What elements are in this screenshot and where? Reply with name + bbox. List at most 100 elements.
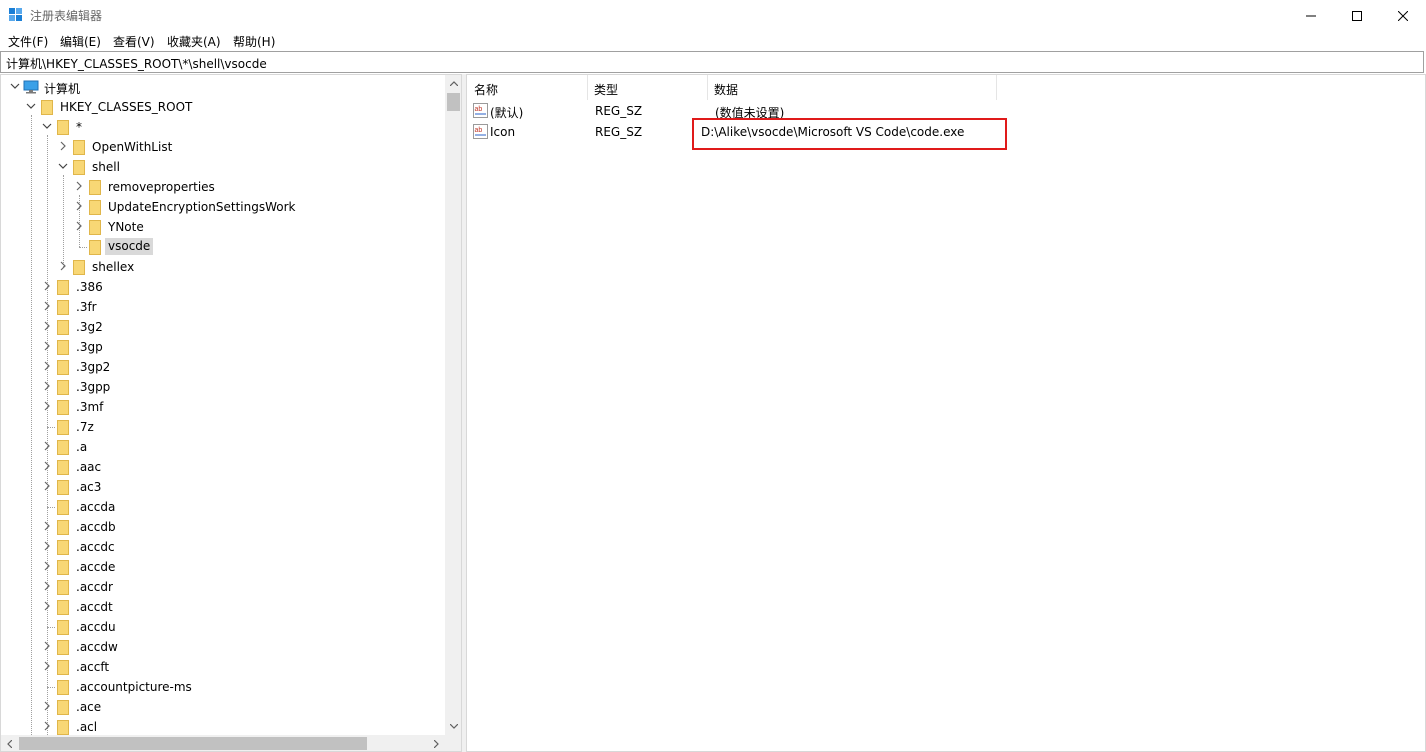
tree-item-hkey-classes-root[interactable]: HKEY_CLASSES_ROOT: [1, 97, 445, 117]
chevron-right-icon[interactable]: [41, 380, 53, 392]
chevron-right-icon[interactable]: [41, 660, 53, 672]
tree-item-extension[interactable]: .3mf: [1, 397, 445, 417]
tree-horizontal-scrollbar[interactable]: [1, 735, 445, 751]
menu-help[interactable]: 帮助(H): [233, 33, 275, 50]
tree-item-ynote[interactable]: YNote: [1, 217, 445, 237]
tree-item-extension[interactable]: .accda: [1, 497, 445, 517]
tree-item-star[interactable]: *: [1, 117, 445, 137]
values-list-pane: 名称 类型 数据 ab (默认) REG_SZ (数值未设置) ab Icon …: [466, 74, 1426, 752]
tree-item-extension[interactable]: .386: [1, 277, 445, 297]
chevron-right-icon[interactable]: [73, 180, 85, 192]
chevron-right-icon[interactable]: [41, 440, 53, 452]
column-header-data[interactable]: 数据: [707, 75, 996, 100]
chevron-right-icon[interactable]: [57, 140, 69, 152]
tree-item-extension[interactable]: .3g2: [1, 317, 445, 337]
chevron-right-icon[interactable]: [73, 200, 85, 212]
tree-item-extension[interactable]: .a: [1, 437, 445, 457]
chevron-right-icon[interactable]: [41, 460, 53, 472]
svg-text:ab: ab: [475, 106, 483, 113]
tree-item-extension[interactable]: .accdu: [1, 617, 445, 637]
folder-icon: [57, 320, 69, 335]
menu-edit[interactable]: 编辑(E): [60, 33, 101, 50]
chevron-right-icon[interactable]: [41, 520, 53, 532]
chevron-right-icon[interactable]: [41, 300, 53, 312]
folder-icon: [89, 200, 101, 215]
tree-item-updateencryptionsettingswork[interactable]: UpdateEncryptionSettingsWork: [1, 197, 445, 217]
tree-item-extension[interactable]: .accdr: [1, 577, 445, 597]
tree-item-extension[interactable]: .acl: [1, 717, 445, 737]
tree-item-extension[interactable]: .accde: [1, 557, 445, 577]
chevron-right-icon[interactable]: [41, 700, 53, 712]
tree-item-extension[interactable]: .accdw: [1, 637, 445, 657]
registry-editor-icon: [9, 8, 23, 22]
tree-item-extension[interactable]: .ac3: [1, 477, 445, 497]
tree-item-extension[interactable]: .accdb: [1, 517, 445, 537]
folder-icon: [57, 340, 69, 355]
chevron-right-icon[interactable]: [41, 340, 53, 352]
chevron-down-icon[interactable]: [41, 120, 53, 132]
scroll-right-arrow-icon[interactable]: [428, 735, 445, 751]
tree-item-vsocde[interactable]: vsocde: [1, 237, 445, 257]
chevron-right-icon[interactable]: [41, 640, 53, 652]
tree-item-extension[interactable]: .7z: [1, 417, 445, 437]
tree-label: .3mf: [76, 400, 104, 414]
tree-item-shellex[interactable]: shellex: [1, 257, 445, 277]
chevron-right-icon[interactable]: [41, 560, 53, 572]
chevron-right-icon[interactable]: [73, 220, 85, 232]
chevron-right-icon[interactable]: [41, 720, 53, 732]
tree-label: .3fr: [76, 300, 97, 314]
tree-label: .acl: [76, 720, 98, 734]
tree-vertical-scroll-thumb[interactable]: [447, 93, 460, 111]
maximize-button[interactable]: [1334, 0, 1380, 31]
chevron-right-icon[interactable]: [41, 280, 53, 292]
tree-item-computer[interactable]: 计算机: [1, 77, 445, 97]
chevron-right-icon[interactable]: [57, 260, 69, 272]
chevron-right-icon[interactable]: [41, 600, 53, 612]
folder-icon: [57, 560, 69, 575]
tree-label: .accde: [76, 560, 116, 574]
tree-label: .7z: [76, 420, 94, 434]
chevron-right-icon[interactable]: [41, 400, 53, 412]
scroll-left-arrow-icon[interactable]: [1, 735, 18, 751]
tree-item-extension[interactable]: .3gpp: [1, 377, 445, 397]
chevron-right-icon[interactable]: [41, 360, 53, 372]
tree-horizontal-scroll-thumb[interactable]: [19, 737, 367, 750]
chevron-down-icon[interactable]: [57, 160, 69, 172]
chevron-right-icon[interactable]: [41, 480, 53, 492]
minimize-button[interactable]: [1288, 0, 1334, 31]
chevron-right-icon[interactable]: [41, 320, 53, 332]
tree-item-shell[interactable]: shell: [1, 157, 445, 177]
tree-item-removeproperties[interactable]: removeproperties: [1, 177, 445, 197]
folder-icon: [73, 140, 85, 155]
chevron-down-icon[interactable]: [25, 100, 37, 112]
folder-icon: [57, 420, 69, 435]
close-button[interactable]: [1380, 0, 1426, 31]
tree-item-extension[interactable]: .3gp2: [1, 357, 445, 377]
chevron-down-icon[interactable]: [9, 80, 21, 92]
scroll-down-arrow-icon[interactable]: [445, 718, 461, 735]
tree-item-extension[interactable]: .ace: [1, 697, 445, 717]
tree-label: UpdateEncryptionSettingsWork: [108, 200, 296, 214]
tree-item-openwithlist[interactable]: OpenWithList: [1, 137, 445, 157]
column-header-name[interactable]: 名称: [467, 75, 587, 100]
tree-label: .3gpp: [76, 380, 111, 394]
column-header-type[interactable]: 类型: [587, 75, 707, 100]
menu-view[interactable]: 查看(V): [113, 33, 155, 50]
folder-icon: [57, 620, 69, 635]
chevron-right-icon[interactable]: [41, 580, 53, 592]
menu-file[interactable]: 文件(F): [8, 33, 48, 50]
tree-item-extension[interactable]: .3fr: [1, 297, 445, 317]
folder-icon: [57, 700, 69, 715]
tree-item-extension[interactable]: .accdc: [1, 537, 445, 557]
tree-item-extension[interactable]: .accdt: [1, 597, 445, 617]
address-bar[interactable]: 计算机\HKEY_CLASSES_ROOT\*\shell\vsocde: [0, 51, 1424, 73]
tree-item-extension[interactable]: .aac: [1, 457, 445, 477]
menu-favorites[interactable]: 收藏夹(A): [167, 33, 221, 50]
scroll-up-arrow-icon[interactable]: [445, 75, 461, 92]
tree-item-extension[interactable]: .accountpicture-ms: [1, 677, 445, 697]
tree-item-extension[interactable]: .accft: [1, 657, 445, 677]
folder-icon: [57, 280, 69, 295]
tree-vertical-scrollbar[interactable]: [445, 75, 461, 735]
chevron-right-icon[interactable]: [41, 540, 53, 552]
tree-item-extension[interactable]: .3gp: [1, 337, 445, 357]
